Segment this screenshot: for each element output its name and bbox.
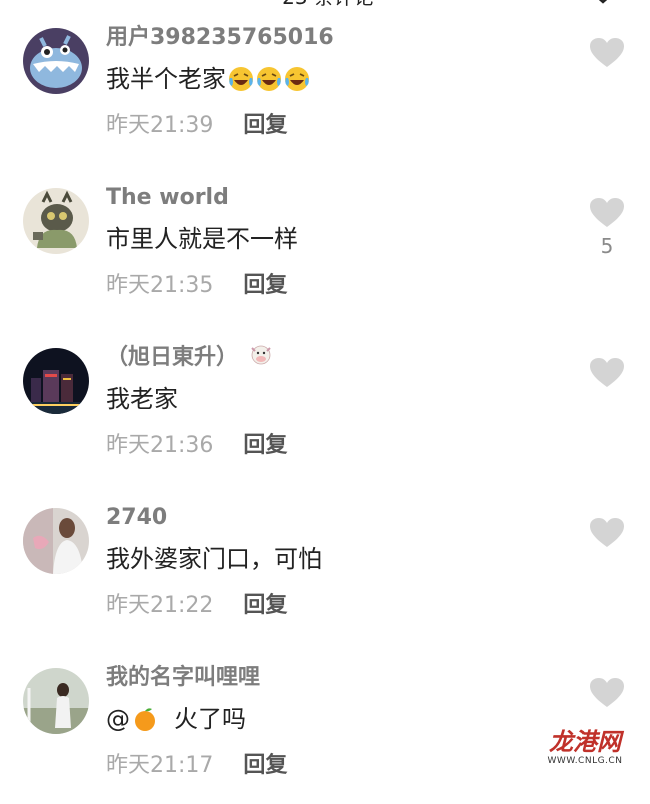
comment-username[interactable]: 我的名字叫哩哩 [106,664,260,692]
avatar[interactable] [23,508,89,574]
comment-time: 昨天21:35 [106,273,214,298]
avatar-night-city-icon [23,348,89,414]
mention-symbol: @ [106,705,130,733]
reply-button[interactable]: 回复 [243,433,287,458]
comment-username[interactable]: 2740 [106,504,167,532]
heart-icon[interactable] [590,198,624,228]
comment-item: 我的名字叫哩哩 @ 火了吗 昨天21:17 回复 [0,640,650,800]
watermark-logo: 龙港网 [549,727,621,756]
comment-text-body: 火了吗 [174,705,246,733]
comment-text-body: 我半个老家 [106,65,226,93]
cow-face-emoji-icon [251,345,271,365]
laughing-crying-emoji-icon [257,67,281,91]
comment-meta: 昨天21:36 回复 [106,432,287,460]
reply-button[interactable]: 回复 [243,273,287,298]
comment-meta: 昨天21:17 回复 [106,752,287,780]
comment-text: 我外婆家门口，可怕 [106,542,322,576]
avatar-outdoor-photo-icon [23,668,89,734]
comment-item: The world 市里人就是不一样 昨天21:35 回复 5 [0,160,650,320]
comment-time: 昨天21:22 [106,593,214,618]
like-count: 5 [600,234,614,258]
comment-item: 2740 我外婆家门口，可怕 昨天21:22 回复 [0,480,650,640]
avatar[interactable] [23,668,89,734]
avatar-character-icon [23,188,89,254]
comment-meta: 昨天21:22 回复 [106,592,287,620]
comment-text-body: 市里人就是不一样 [106,225,298,253]
laughing-crying-emoji-icon [229,67,253,91]
laughing-crying-emoji-icon [285,67,309,91]
comment-time: 昨天21:39 [106,113,214,138]
heart-icon[interactable] [590,678,624,708]
watermark-url: WWW.CNLG.CN [547,756,623,766]
comment-time: 昨天21:17 [106,753,214,778]
comment-text-body: 我外婆家门口，可怕 [106,545,322,573]
comment-item: 用户398235765016 我半个老家 昨天21:39 回复 [0,0,650,160]
heart-icon[interactable] [590,38,624,68]
heart-icon[interactable] [590,358,624,388]
comment-text-body: 我老家 [106,385,178,413]
avatar-photo-icon [23,508,89,574]
tangerine-emoji-icon [135,708,155,731]
comment-text: 市里人就是不一样 [106,222,298,256]
comment-text: 我老家 [106,382,178,416]
avatar[interactable] [23,28,89,94]
comment-username[interactable]: The world [106,184,229,212]
avatar-monster-icon [23,28,89,94]
comment-username[interactable]: （旭日東升） [106,344,238,372]
reply-button[interactable]: 回复 [243,753,287,778]
avatar[interactable] [23,348,89,414]
avatar[interactable] [23,188,89,254]
comment-text: 我半个老家 [106,62,310,96]
comment-meta: 昨天21:39 回复 [106,112,287,140]
comment-time: 昨天21:36 [106,433,214,458]
comment-meta: 昨天21:35 回复 [106,272,287,300]
site-watermark: 龙港网 WWW.CNLG.CN [540,728,630,774]
reply-button[interactable]: 回复 [243,593,287,618]
comment-item: （旭日東升） 我老家 昨天21:36 回复 [0,320,650,480]
comment-text: @ 火了吗 [106,702,246,736]
reply-button[interactable]: 回复 [243,113,287,138]
comment-username[interactable]: 用户398235765016 [106,24,334,52]
heart-icon[interactable] [590,518,624,548]
